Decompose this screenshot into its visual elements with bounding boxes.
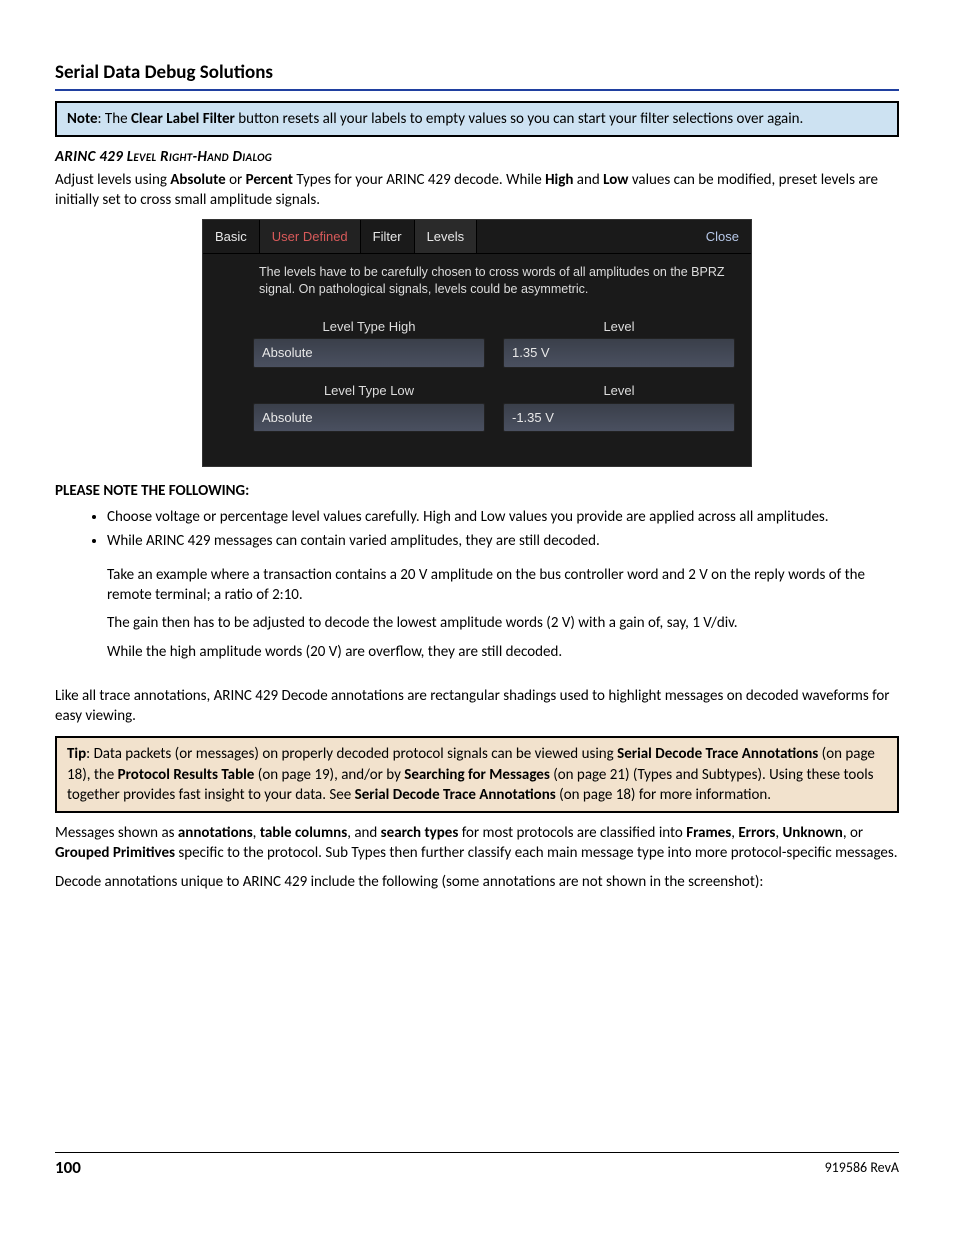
note-text-2: button resets all your labels to empty v… [235, 110, 803, 128]
high-row: Level Type High Absolute Level 1.35 V [253, 318, 735, 368]
please-note-bold: PLEASE NOTE THE FOLLOWING [55, 482, 245, 500]
p2-bold: Errors [738, 824, 775, 842]
adjust-bold: Absolute [170, 171, 225, 189]
tip-text: (on page 19), and/or by [254, 766, 404, 784]
body-paragraph: Messages shown as annotations, table col… [55, 823, 899, 864]
level-type-low-label: Level Type Low [253, 382, 485, 400]
p2-text: specific to the protocol. Sub Types then… [175, 844, 897, 862]
level-low-label: Level [503, 382, 735, 400]
p2-text: , [253, 824, 260, 842]
note-prefix: Note [67, 110, 98, 128]
tip-bold: Protocol Results Table [118, 766, 255, 784]
dialog-tabbar: Basic User Defined Filter Levels Close [203, 220, 751, 255]
adjust-paragraph: Adjust levels using Absolute or Percent … [55, 170, 899, 211]
level-high-input[interactable]: 1.35 V [503, 338, 735, 368]
tab-user-defined[interactable]: User Defined [260, 220, 361, 254]
list-item: Choose voltage or percentage level value… [107, 507, 899, 527]
tip-text: : Data packets (or messages) on properly… [86, 745, 617, 763]
note-list: Choose voltage or percentage level value… [107, 507, 899, 551]
page-title: Serial Data Debug Solutions [55, 60, 899, 91]
close-button[interactable]: Close [694, 220, 751, 254]
adjust-text: and [573, 171, 603, 189]
body-paragraph: Like all trace annotations, ARINC 429 De… [55, 686, 899, 727]
please-note-heading: PLEASE NOTE THE FOLLOWING: [55, 481, 899, 501]
dialog-description: The levels have to be carefully chosen t… [253, 264, 735, 298]
page-number: 100 [55, 1157, 81, 1180]
p2-text: for most protocols are classified into [458, 824, 686, 842]
p2-text: , and [347, 824, 380, 842]
note-subparagraph: The gain then has to be adjusted to deco… [107, 613, 899, 633]
please-note-colon: : [245, 482, 249, 500]
tip-bold: Serial Decode Trace Annotations [355, 786, 556, 804]
level-type-high-label: Level Type High [253, 318, 485, 336]
p2-bold: Unknown [783, 824, 843, 842]
level-low-input[interactable]: -1.35 V [503, 403, 735, 433]
p2-bold: table columns [260, 824, 347, 842]
low-row: Level Type Low Absolute Level -1.35 V [253, 382, 735, 432]
p2-text: Messages shown as [55, 824, 178, 842]
tab-basic[interactable]: Basic [203, 220, 260, 254]
adjust-text: or [226, 171, 246, 189]
level-type-high-input[interactable]: Absolute [253, 338, 485, 368]
tip-bold: Searching for Messages [404, 766, 550, 784]
note-subparagraph: While the high amplitude words (20 V) ar… [107, 642, 899, 662]
revision-label: 919586 RevA [825, 1159, 899, 1178]
list-item: While ARINC 429 messages can contain var… [107, 531, 899, 551]
body-paragraph: Decode annotations unique to ARINC 429 i… [55, 872, 899, 892]
p2-bold: Grouped Primitives [55, 844, 175, 862]
tip-text: (on page 18) for more information. [556, 786, 771, 804]
adjust-bold: High [545, 171, 573, 189]
adjust-text: Adjust levels using [55, 171, 170, 189]
p2-bold: Frames [686, 824, 731, 842]
tip-box: Tip: Data packets (or messages) on prope… [55, 736, 899, 813]
p2-bold: search types [381, 824, 459, 842]
note-bold-1: Clear Label Filter [131, 110, 235, 128]
note-subparagraph: Take an example where a transaction cont… [107, 565, 899, 606]
level-type-low-input[interactable]: Absolute [253, 403, 485, 433]
adjust-text: Types for your ARINC 429 decode. While [293, 171, 545, 189]
p2-text: , [775, 824, 782, 842]
page-footer: 100 919586 RevA [55, 1152, 899, 1180]
section-subhead: ARINC 429 Level Right-Hand Dialog [55, 147, 899, 167]
tab-levels[interactable]: Levels [415, 220, 478, 254]
note-text-1: : The [98, 110, 131, 128]
tip-prefix: Tip [67, 745, 86, 763]
tab-filter[interactable]: Filter [361, 220, 415, 254]
dialog-body: The levels have to be carefully chosen t… [203, 254, 751, 466]
p2-bold: annotations [178, 824, 253, 842]
p2-text: , or [843, 824, 863, 842]
level-high-label: Level [503, 318, 735, 336]
adjust-bold: Low [603, 171, 628, 189]
levels-dialog: Basic User Defined Filter Levels Close T… [202, 219, 752, 467]
adjust-bold: Percent [246, 171, 293, 189]
tip-bold: Serial Decode Trace Annotations [617, 745, 818, 763]
note-box: Note: The Clear Label Filter button rese… [55, 101, 899, 137]
